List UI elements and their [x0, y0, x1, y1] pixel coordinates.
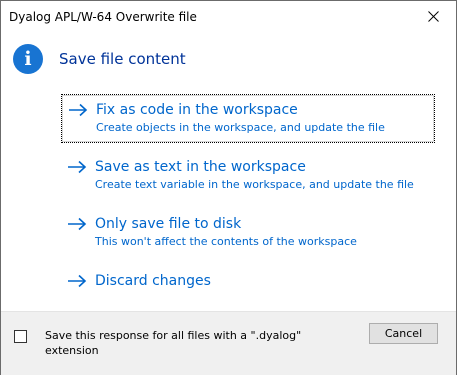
command-description: This won't affect the contents of the wo…: [95, 235, 357, 248]
command-title: Save as text in the workspace: [95, 159, 306, 175]
save-response-label[interactable]: Save this response for all files with a …: [45, 328, 315, 358]
command-description: Create text variable in the workspace, a…: [95, 178, 414, 191]
command-link-save-as-text[interactable]: Save as text in the workspace Create tex…: [61, 152, 435, 199]
command-description: Create objects in the workspace, and upd…: [96, 121, 385, 134]
window-title: Dyalog APL/W-64 Overwrite file: [9, 9, 197, 24]
arrow-right-icon: [68, 274, 87, 288]
cancel-button[interactable]: Cancel: [369, 323, 438, 344]
arrow-right-icon: [68, 217, 87, 231]
dialog-footer: Save this response for all files with a …: [1, 311, 456, 375]
dialog-header: i Save file content: [13, 44, 186, 74]
arrow-right-icon: [68, 160, 87, 174]
dialog-content: i Save file content Fix as code in the w…: [1, 32, 456, 310]
save-response-checkbox[interactable]: [14, 330, 27, 343]
command-title: Fix as code in the workspace: [96, 102, 298, 118]
dialog-window: Dyalog APL/W-64 Overwrite file i Save fi…: [0, 0, 457, 375]
close-icon: [427, 11, 439, 22]
command-link-save-to-disk[interactable]: Only save file to disk This won't affect…: [61, 209, 435, 256]
command-link-fix-as-code[interactable]: Fix as code in the workspace Create obje…: [61, 94, 435, 143]
arrow-right-icon: [69, 103, 88, 117]
info-icon: i: [13, 44, 43, 74]
main-instruction: Save file content: [59, 50, 186, 68]
command-title: Discard changes: [95, 273, 211, 289]
command-title: Only save file to disk: [95, 216, 242, 232]
command-link-discard-changes[interactable]: Discard changes: [61, 266, 435, 296]
close-button[interactable]: [410, 1, 456, 32]
title-bar[interactable]: Dyalog APL/W-64 Overwrite file: [1, 1, 456, 32]
